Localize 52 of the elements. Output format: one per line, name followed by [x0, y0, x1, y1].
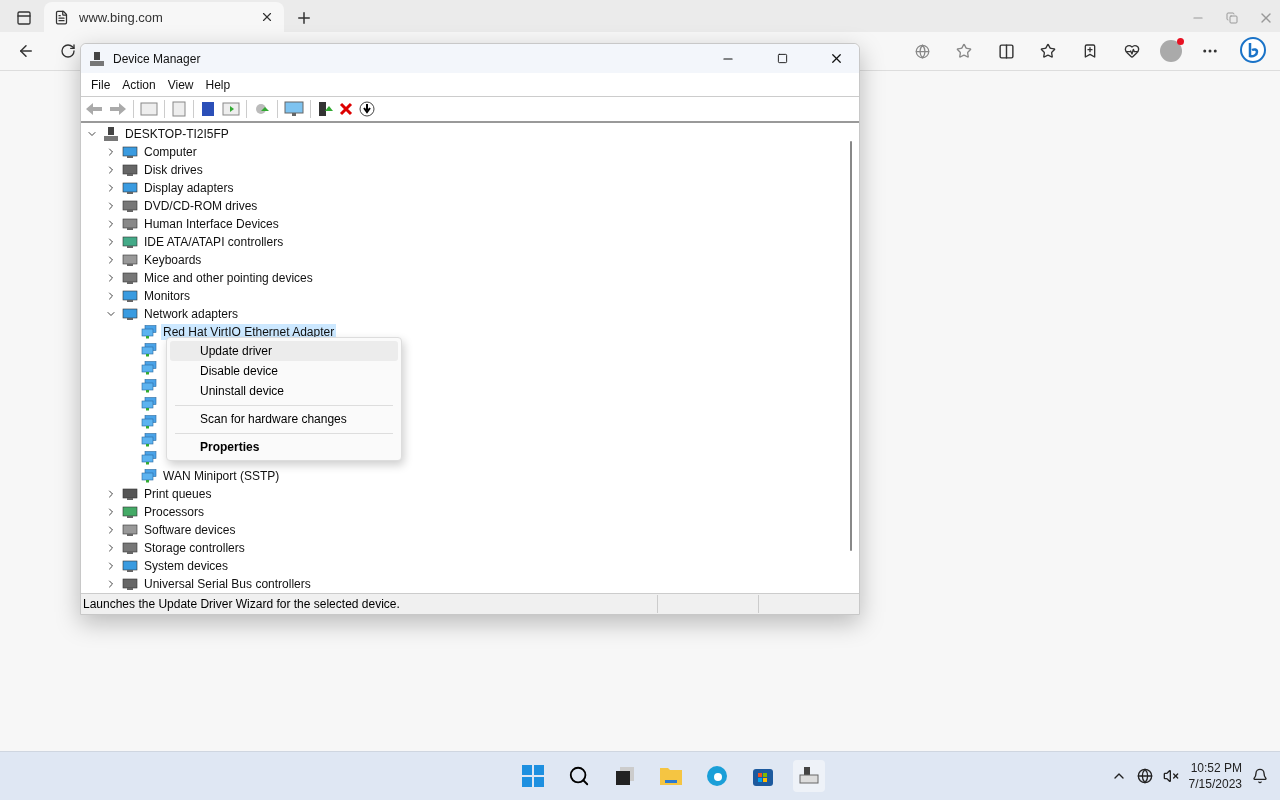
menu-item[interactable]: Update driver: [170, 341, 398, 361]
notification-icon[interactable]: [1252, 768, 1268, 784]
tree-item[interactable]: DESKTOP-TI2I5FP: [123, 126, 231, 142]
window-title: Device Manager: [113, 51, 202, 66]
properties-icon[interactable]: [171, 101, 187, 117]
tree-item[interactable]: Universal Serial Bus controllers: [142, 576, 313, 592]
action-pane-icon[interactable]: [222, 101, 240, 117]
monitor-icon: [122, 145, 138, 159]
tree-item[interactable]: Human Interface Devices: [142, 216, 281, 232]
monitor-icon: [122, 289, 138, 303]
tree-item[interactable]: Print queues: [142, 486, 214, 502]
tree-item[interactable]: WAN Miniport (SSTP): [161, 468, 282, 484]
tree-item[interactable]: Storage controllers: [142, 540, 247, 556]
clock[interactable]: 10:52 PM 7/15/2023: [1188, 760, 1242, 792]
tree-item[interactable]: Software devices: [142, 522, 238, 538]
profile-avatar[interactable]: [1160, 40, 1182, 62]
menu-item[interactable]: Properties: [170, 437, 398, 457]
tree-item[interactable]: System devices: [142, 558, 231, 574]
device-manager-icon[interactable]: [793, 760, 826, 792]
tree-item[interactable]: Computer: [142, 144, 199, 160]
computer-icon: [103, 126, 119, 142]
status-text: Launches the Update Driver Wizard for the selected device.: [82, 597, 401, 611]
maximize-icon[interactable]: [776, 53, 788, 64]
monitor-icon[interactable]: [284, 101, 304, 117]
tree-item[interactable]: Display adapters: [142, 180, 236, 196]
muted-speaker-icon[interactable]: [1162, 768, 1179, 784]
tree-item[interactable]: IDE ATA/ATAPI controllers: [142, 234, 286, 250]
browser-tab[interactable]: www.bing.com: [44, 2, 284, 32]
close-icon[interactable]: [260, 10, 274, 24]
menu-item[interactable]: Help: [199, 77, 237, 92]
uninstall-icon[interactable]: [339, 102, 353, 116]
tree-item[interactable]: DVD/CD-ROM drives: [142, 198, 260, 214]
tree-item[interactable]: Mice and other pointing devices: [142, 270, 315, 286]
menu-item[interactable]: Disable device: [170, 361, 398, 381]
tree-item[interactable]: Processors: [142, 504, 207, 520]
download-icon[interactable]: [359, 101, 375, 117]
tree-item[interactable]: Network adapters: [142, 306, 241, 322]
page-icon: [54, 9, 69, 25]
back-arrow-icon[interactable]: [85, 102, 103, 116]
forward-arrow-icon[interactable]: [109, 102, 127, 116]
app-icon: [89, 50, 105, 67]
tree-item[interactable]: Disk drives: [142, 162, 205, 178]
update-driver-icon[interactable]: [317, 101, 333, 117]
tree-item[interactable]: Keyboards: [142, 252, 204, 268]
menu-item[interactable]: View: [161, 77, 200, 92]
menu-item[interactable]: Action: [116, 77, 162, 92]
menu-item[interactable]: File: [85, 77, 117, 92]
tree-item[interactable]: Monitors: [142, 288, 192, 304]
menu-item[interactable]: Uninstall device: [170, 381, 398, 401]
scrollbar[interactable]: [850, 141, 852, 551]
menu-item[interactable]: Scan for hardware changes: [170, 409, 398, 429]
scan-icon[interactable]: [253, 101, 271, 117]
